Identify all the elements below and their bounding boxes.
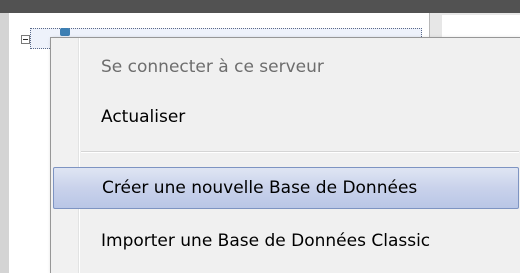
- menu-item-label: Actualiser: [101, 107, 186, 127]
- menu-item-label: Importer une Base de Données Classic: [101, 231, 431, 251]
- server-icon: [60, 28, 70, 36]
- menu-separator: [81, 151, 519, 153]
- menu-item-label: Créer une nouvelle Base de Données: [102, 178, 418, 198]
- collapse-icon[interactable]: [21, 35, 30, 44]
- menu-item-create-database[interactable]: Créer une nouvelle Base de Données: [53, 167, 519, 209]
- menu-item-connect[interactable]: Se connecter à ce serveur: [53, 46, 519, 88]
- window-top-bar: [0, 0, 520, 13]
- context-menu: Se connecter à ce serveur Actualiser Cré…: [50, 37, 520, 273]
- menu-item-import-classic-database[interactable]: Importer une Base de Données Classic: [53, 220, 519, 262]
- minus-icon: [23, 39, 28, 40]
- menu-item-refresh[interactable]: Actualiser: [53, 96, 519, 138]
- menu-item-label: Se connecter à ce serveur: [101, 57, 324, 77]
